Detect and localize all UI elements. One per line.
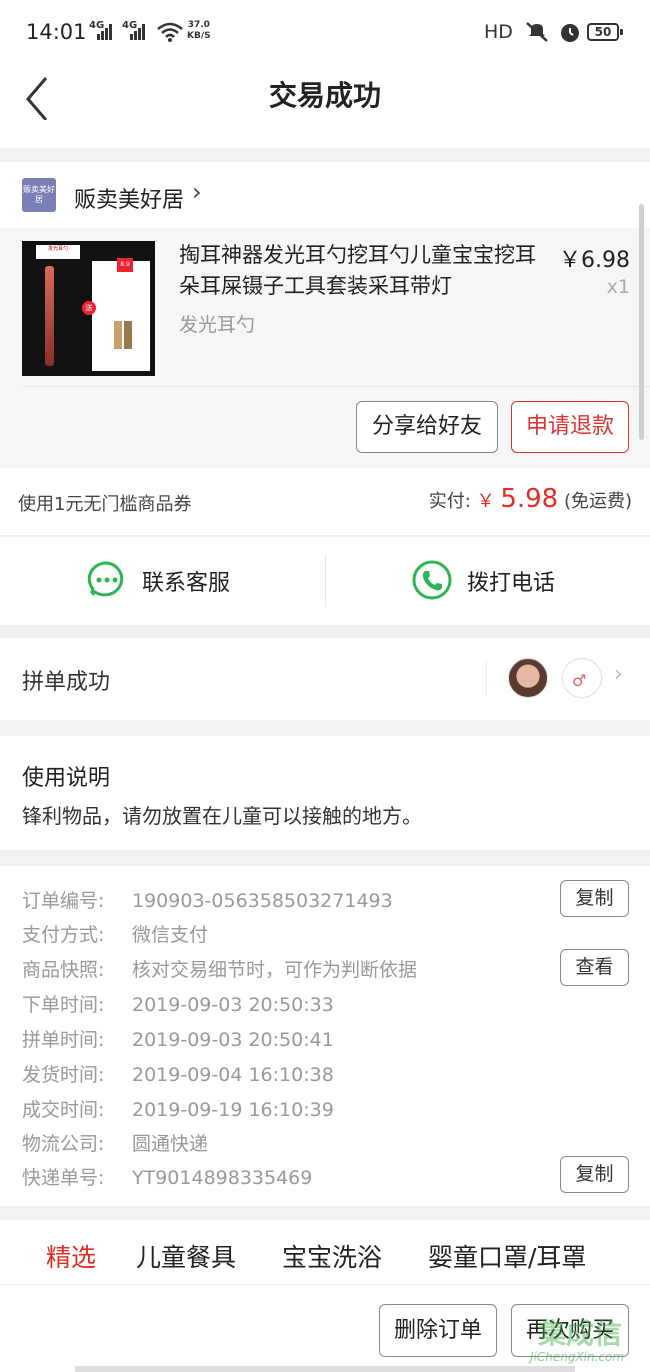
avatar: ♂ [562, 658, 602, 698]
status-bar: 14:01 4G 4G 37.0 KB/S HD 50 [0, 0, 650, 62]
avatar [508, 658, 548, 698]
product-image-badge: 8.9 [117, 258, 133, 272]
ship-time: 2019-09-04 16:10:38 [132, 1064, 334, 1086]
order-details: 订单编号: 190903-056358503271493 复制 支付方式: 微信支付… [0, 866, 650, 1206]
product-quantity: x1 [606, 276, 630, 298]
copy-tracking-number-button[interactable]: 复制 [560, 1156, 629, 1193]
tracking-row: 快递单号: YT9014898335469 [22, 1163, 312, 1190]
view-snapshot-button[interactable]: 查看 [560, 949, 629, 986]
group-buy-status: 拼单成功 [22, 670, 111, 695]
order-time-row: 下单时间: 2019-09-03 20:50:33 [22, 990, 334, 1017]
shop-logo: 贩卖美好居 [22, 178, 56, 212]
watermark-main: 集成信 [538, 1317, 623, 1350]
phone-icon [412, 560, 452, 600]
divider [325, 555, 326, 607]
tab-kids-tableware[interactable]: 儿童餐具 [136, 1238, 236, 1274]
battery-icon: 50 [587, 23, 623, 41]
contact-row: 联系客服 拨打电话 [0, 537, 650, 625]
product-spec: 发光耳勺 [179, 314, 256, 336]
status-time: 14:01 [26, 20, 87, 44]
detail-key: 发货时间: [22, 1064, 105, 1086]
coupon-text: 使用1元无门槛商品券 [18, 494, 192, 515]
usage-title: 使用说明 [22, 766, 111, 791]
ear-pick-graphic [45, 266, 54, 366]
product-image-tag: 发光耳勺 [36, 245, 80, 259]
payment-method-row: 支付方式: 微信支付 [22, 920, 208, 947]
divider [486, 660, 487, 698]
paid-label: 实付: [428, 491, 471, 512]
hd-indicator: HD [484, 21, 513, 43]
tracking-number: YT9014898335469 [132, 1167, 313, 1189]
delete-order-button[interactable]: 删除订单 [379, 1304, 497, 1357]
contact-service-label: 联系客服 [142, 571, 231, 596]
home-indicator [75, 1366, 575, 1372]
net-speed-value: 37.0 [187, 20, 210, 30]
chevron-right-icon: › [192, 178, 202, 206]
detail-key: 下单时间: [22, 994, 105, 1016]
deal-time: 2019-09-19 16:10:39 [132, 1099, 334, 1121]
usage-instructions: 使用说明 锋利物品，请勿放置在儿童可以接触的地方。 [0, 736, 650, 850]
accessory-panel [92, 261, 150, 371]
detail-key: 订单编号: [22, 890, 105, 912]
payment-row: 使用1元无门槛商品券 实付: ￥ 5.98 (免运费) [0, 468, 650, 536]
group-buy-row[interactable]: 拼单成功 ♂ › [0, 638, 650, 720]
order-number: 190903-056358503271493 [132, 890, 393, 912]
battery-graphic [114, 321, 122, 349]
deal-time-row: 成交时间: 2019-09-19 16:10:39 [22, 1095, 334, 1122]
share-to-friend-button[interactable]: 分享给好友 [356, 401, 498, 453]
snapshot-note: 核对交易细节时，可作为判断依据 [132, 959, 418, 981]
paid-value: 5.98 [500, 484, 559, 514]
page-title: 交易成功 [268, 79, 381, 112]
product-image[interactable]: 发光耳勺 8.9 送 [22, 241, 155, 376]
logistics-row: 物流公司: 圆通快递 [22, 1129, 208, 1156]
product-price: ￥6.98 [559, 248, 630, 273]
detail-key: 物流公司: [22, 1133, 105, 1155]
mute-icon [526, 22, 548, 42]
gift-badge: 送 [82, 301, 96, 315]
bicycle-icon: ♂ [572, 671, 587, 690]
product-card[interactable]: 发光耳勺 8.9 送 掏耳神器发光耳勺挖耳勺儿童宝宝挖耳朵耳屎镊子工具套装采耳带… [0, 228, 650, 468]
shop-name[interactable]: 贩卖美好居 [74, 182, 184, 214]
alarm-icon [561, 24, 579, 42]
snapshot-row: 商品快照: 核对交易细节时，可作为判断依据 [22, 955, 417, 982]
detail-key: 拼单时间: [22, 1029, 105, 1051]
copy-order-number-button[interactable]: 复制 [560, 880, 629, 917]
recommendation-tabs: 精选 儿童餐具 宝宝洗浴 婴童口罩/耳罩 [0, 1220, 650, 1284]
net-speed-unit: KB/S [187, 31, 211, 41]
scrollbar[interactable] [639, 204, 644, 440]
usage-text: 锋利物品，请勿放置在儿童可以接触的地方。 [22, 804, 422, 828]
wifi-icon [157, 22, 183, 42]
product-title[interactable]: 掏耳神器发光耳勺挖耳勺儿童宝宝挖耳朵耳屎镊子工具套装采耳带灯 [179, 240, 549, 302]
tab-kids-masks[interactable]: 婴童口罩/耳罩 [428, 1238, 586, 1274]
shipping-note: (免运费) [563, 491, 632, 512]
call-phone-label: 拨打电话 [467, 571, 556, 596]
network-type-2: 4G [122, 20, 138, 31]
currency-symbol: ￥ [476, 491, 495, 512]
tab-baby-bath[interactable]: 宝宝洗浴 [282, 1238, 382, 1274]
request-refund-button[interactable]: 申请退款 [511, 401, 629, 453]
watermark-sub: JiChengXin.com [530, 1350, 625, 1364]
network-type-1: 4G [89, 20, 105, 31]
paid-amount: 实付: ￥ 5.98 (免运费) [429, 484, 632, 514]
divider [22, 386, 650, 387]
order-time: 2019-09-03 20:50:33 [132, 994, 334, 1016]
detail-key: 成交时间: [22, 1099, 105, 1121]
payment-method: 微信支付 [132, 924, 209, 946]
logistics-company: 圆通快递 [132, 1133, 209, 1155]
detail-key: 支付方式: [22, 924, 105, 946]
watermark: 集成信 JiChengXin.com [520, 1292, 650, 1372]
tab-featured[interactable]: 精选 [46, 1238, 96, 1274]
chevron-right-icon: › [614, 662, 623, 687]
nav-bar: 交易成功 [0, 62, 650, 148]
battery-graphic [124, 321, 132, 349]
detail-key: 快递单号: [22, 1167, 105, 1189]
ship-time-row: 发货时间: 2019-09-04 16:10:38 [22, 1060, 334, 1087]
chat-bubble-icon [87, 561, 124, 599]
order-number-row: 订单编号: 190903-056358503271493 [22, 886, 393, 913]
group-time-row: 拼单时间: 2019-09-03 20:50:41 [22, 1025, 334, 1052]
detail-key: 商品快照: [22, 959, 105, 981]
shop-row[interactable]: 贩卖美好居 贩卖美好居 › [0, 162, 650, 228]
group-time: 2019-09-03 20:50:41 [132, 1029, 334, 1051]
net-speed: 37.0 KB/S [187, 20, 211, 42]
